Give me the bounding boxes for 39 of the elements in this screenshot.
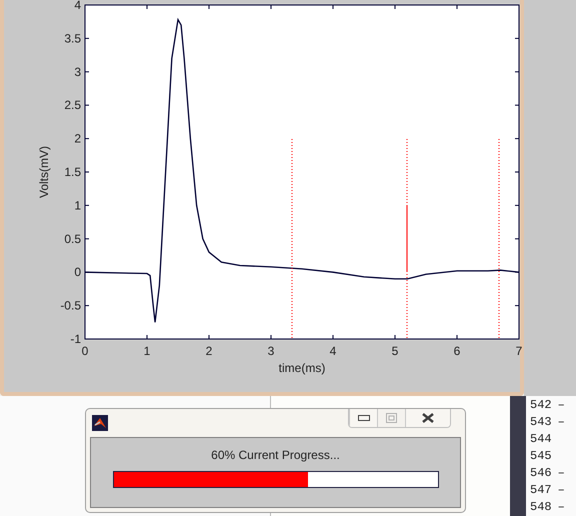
y-tick-label: 4 — [74, 0, 81, 12]
line-number: 546 — [530, 464, 552, 482]
line-marker: – — [558, 482, 565, 498]
line-number: 548 — [530, 498, 552, 516]
line-marker: – — [558, 464, 565, 482]
app-logo-icon — [92, 415, 108, 431]
x-tick-label: 7 — [516, 344, 522, 358]
line-number: 547 — [530, 482, 552, 498]
line-marker: – — [558, 498, 565, 516]
x-tick-label: 6 — [454, 344, 460, 358]
maximize-icon — [386, 413, 397, 423]
line-number: 542 — [530, 396, 552, 414]
y-tick-label: 0.5 — [64, 232, 81, 246]
line-number: 545 — [530, 448, 552, 464]
y-tick-label: 1.5 — [64, 165, 81, 179]
x-tick-label: 1 — [144, 344, 150, 358]
y-tick-label: 0 — [74, 265, 81, 280]
close-button[interactable] — [405, 409, 450, 427]
x-tick-label: 2 — [206, 344, 212, 358]
x-tick-label: 5 — [392, 344, 398, 358]
line-number: 544 — [530, 430, 552, 448]
x-tick-label: 3 — [268, 344, 274, 358]
y-tick-label: -1 — [70, 332, 81, 346]
y-axis-label: Volts(mV) — [37, 146, 51, 198]
y-tick-label: 2 — [74, 132, 81, 146]
y-tick-label: 2.5 — [64, 98, 81, 112]
progress-message: 60% Current Progress... — [211, 447, 340, 464]
line-number: 543 — [530, 414, 552, 430]
x-tick-label: 0 — [82, 344, 88, 358]
y-tick-label: -0.5 — [60, 298, 81, 313]
y-tick-label: 3 — [74, 64, 81, 79]
y-tick-label: 1 — [74, 198, 81, 212]
x-axis-label: time(ms) — [278, 361, 326, 375]
line-marker: – — [558, 414, 565, 430]
line-marker: – — [558, 396, 565, 414]
x-tick-label: 4 — [330, 344, 336, 358]
minimize-icon — [358, 415, 370, 421]
close-icon — [422, 413, 434, 423]
y-tick-label: 3.5 — [64, 31, 81, 46]
